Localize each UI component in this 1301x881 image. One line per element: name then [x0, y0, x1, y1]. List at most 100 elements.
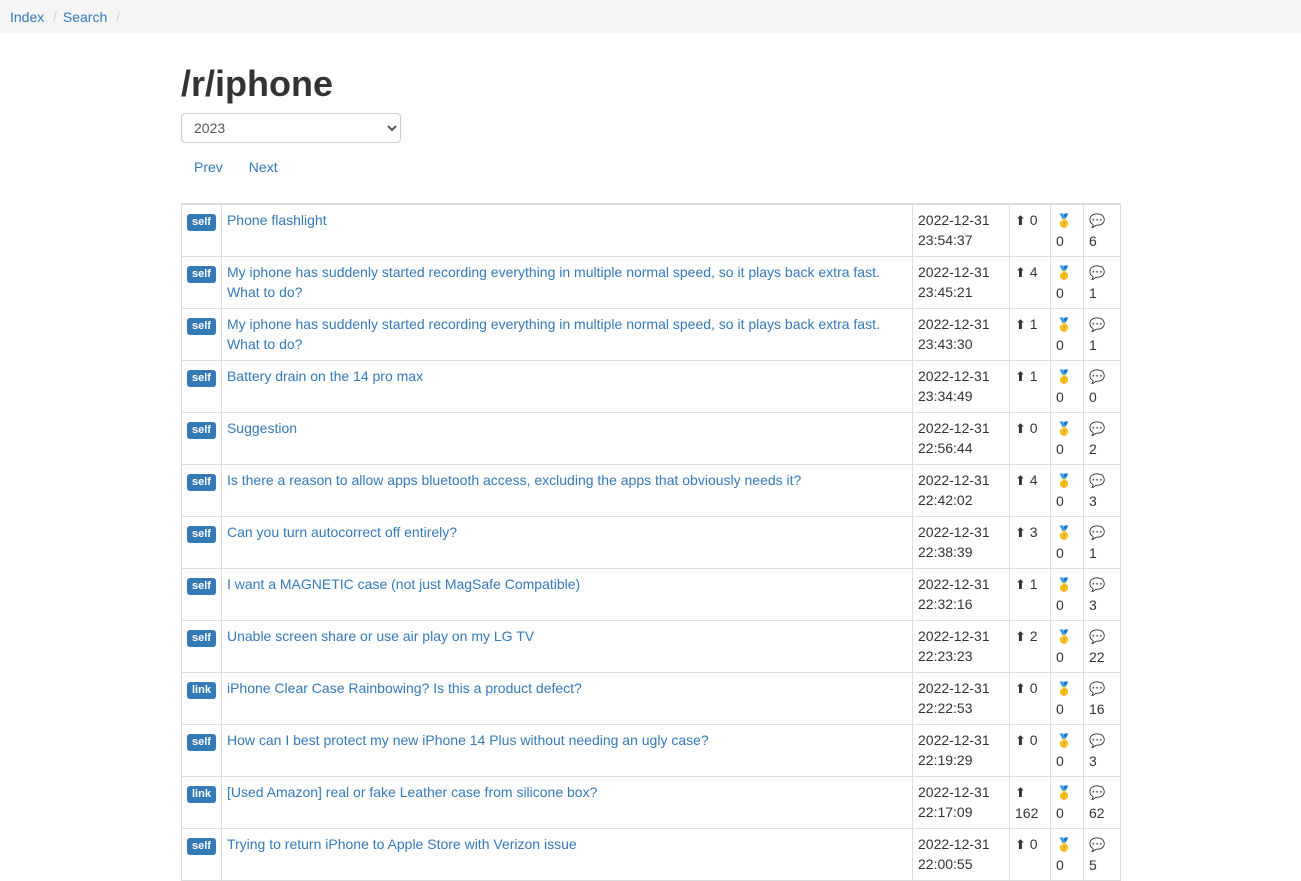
post-title-link[interactable]: Suggestion — [227, 420, 297, 436]
prev-link[interactable]: Prev — [194, 159, 223, 175]
score-value: 4 — [1029, 472, 1038, 488]
post-title-link[interactable]: [Used Amazon] real or fake Leather case … — [227, 784, 597, 800]
comment-bubble-icon: 💬 — [1089, 733, 1106, 748]
post-kind-badge: self — [187, 838, 216, 855]
breadcrumb-separator: / — [116, 9, 120, 24]
post-kind-badge: self — [187, 630, 216, 647]
award-medal-icon: 🥇 — [1056, 369, 1073, 384]
post-title-link[interactable]: I want a MAGNETIC case (not just MagSafe… — [227, 576, 580, 592]
post-date-time: 22:00:55 — [918, 856, 973, 872]
post-date-time: 22:23:23 — [918, 648, 973, 664]
table-row: self I want a MAGNETIC case (not just Ma… — [181, 568, 1121, 621]
pager: Prev Next — [194, 159, 278, 175]
post-kind-badge: self — [187, 266, 216, 283]
comment-bubble-icon: 💬 — [1089, 421, 1106, 436]
post-title-link[interactable]: Unable screen share or use air play on m… — [227, 628, 534, 644]
post-score: ⬆ 0 — [1009, 724, 1051, 777]
score-value: 0 — [1029, 212, 1038, 228]
award-medal-icon: 🥇 — [1056, 213, 1073, 228]
post-score: ⬆ 1 — [1009, 568, 1051, 621]
comment-bubble-icon: 💬 — [1089, 473, 1106, 488]
score-value: 0 — [1029, 732, 1038, 748]
post-score: ⬆ 4 — [1009, 464, 1051, 517]
awards-value: 0 — [1056, 389, 1064, 405]
awards-value: 0 — [1056, 441, 1064, 457]
comments-value: 0 — [1089, 389, 1097, 405]
post-comments: 💬 3 — [1083, 568, 1121, 621]
post-title-link[interactable]: Battery drain on the 14 pro max — [227, 368, 423, 384]
post-awards: 🥇 0 — [1050, 620, 1084, 673]
upvote-icon: ⬆ — [1015, 837, 1026, 852]
awards-value: 0 — [1056, 701, 1064, 717]
post-date-day: 2022-12-31 — [918, 628, 990, 644]
post-comments: 💬 3 — [1083, 464, 1121, 517]
award-medal-icon: 🥇 — [1056, 473, 1073, 488]
comments-value: 3 — [1089, 753, 1097, 769]
table-row: link [Used Amazon] real or fake Leather … — [181, 776, 1121, 829]
post-awards: 🥇 0 — [1050, 776, 1084, 829]
awards-value: 0 — [1056, 233, 1064, 249]
post-title-link[interactable]: My iphone has suddenly started recording… — [227, 264, 880, 300]
post-title-link[interactable]: iPhone Clear Case Rainbowing? Is this a … — [227, 680, 582, 696]
upvote-icon: ⬆ — [1015, 681, 1026, 696]
comment-bubble-icon: 💬 — [1089, 785, 1106, 800]
post-awards: 🥇 0 — [1050, 203, 1084, 257]
comment-bubble-icon: 💬 — [1089, 317, 1106, 332]
award-medal-icon: 🥇 — [1056, 525, 1073, 540]
table-row: self Can you turn autocorrect off entire… — [181, 516, 1121, 569]
post-title-link[interactable]: Is there a reason to allow apps bluetoot… — [227, 472, 801, 488]
upvote-icon: ⬆ — [1015, 317, 1026, 332]
upvote-icon: ⬆ — [1015, 473, 1026, 488]
comment-bubble-icon: 💬 — [1089, 837, 1106, 852]
award-medal-icon: 🥇 — [1056, 681, 1073, 696]
post-date: 2022-12-31 22:00:55 — [912, 828, 1010, 881]
post-date-day: 2022-12-31 — [918, 680, 990, 696]
post-date-time: 22:56:44 — [918, 440, 973, 456]
comments-value: 2 — [1089, 441, 1097, 457]
post-comments: 💬 1 — [1083, 256, 1121, 309]
comment-bubble-icon: 💬 — [1089, 369, 1106, 384]
post-date: 2022-12-31 22:22:53 — [912, 672, 1010, 725]
post-score: ⬆ 1 — [1009, 308, 1051, 361]
post-kind-badge: self — [187, 734, 216, 751]
post-comments: 💬 22 — [1083, 620, 1121, 673]
breadcrumb-separator: / — [53, 9, 57, 24]
post-score: ⬆ 0 — [1009, 203, 1051, 257]
post-kind-badge: self — [187, 578, 216, 595]
page-title: /r/iphone — [181, 63, 333, 104]
awards-value: 0 — [1056, 493, 1064, 509]
year-select[interactable]: 2023 — [181, 113, 401, 143]
post-title-link[interactable]: Trying to return iPhone to Apple Store w… — [227, 836, 577, 852]
comments-value: 62 — [1089, 805, 1105, 821]
award-medal-icon: 🥇 — [1056, 733, 1073, 748]
post-date-time: 23:45:21 — [918, 284, 973, 300]
post-comments: 💬 16 — [1083, 672, 1121, 725]
post-score: ⬆ 162 — [1009, 776, 1051, 829]
award-medal-icon: 🥇 — [1056, 577, 1073, 592]
comment-bubble-icon: 💬 — [1089, 213, 1106, 228]
post-date: 2022-12-31 22:42:02 — [912, 464, 1010, 517]
table-row: self How can I best protect my new iPhon… — [181, 724, 1121, 777]
post-comments: 💬 3 — [1083, 724, 1121, 777]
score-value: 1 — [1029, 368, 1038, 384]
post-title-link[interactable]: How can I best protect my new iPhone 14 … — [227, 732, 709, 748]
post-comments: 💬 1 — [1083, 308, 1121, 361]
post-title-link[interactable]: Phone flashlight — [227, 212, 327, 228]
table-row: self My iphone has suddenly started reco… — [181, 256, 1121, 309]
post-date: 2022-12-31 22:32:16 — [912, 568, 1010, 621]
breadcrumb-search-link[interactable]: Search — [63, 9, 107, 25]
post-title-link[interactable]: Can you turn autocorrect off entirely? — [227, 524, 457, 540]
post-title-link[interactable]: My iphone has suddenly started recording… — [227, 316, 880, 352]
post-date: 2022-12-31 22:38:39 — [912, 516, 1010, 569]
award-medal-icon: 🥇 — [1056, 785, 1073, 800]
post-date-time: 22:22:53 — [918, 700, 973, 716]
table-row: self Suggestion 2022-12-31 22:56:44 ⬆ 0 🥇… — [181, 412, 1121, 465]
post-score: ⬆ 2 — [1009, 620, 1051, 673]
post-comments: 💬 62 — [1083, 776, 1121, 829]
post-score: ⬆ 4 — [1009, 256, 1051, 309]
breadcrumb-index-link[interactable]: Index — [10, 9, 44, 25]
next-link[interactable]: Next — [249, 159, 278, 175]
post-date-day: 2022-12-31 — [918, 732, 990, 748]
upvote-icon: ⬆ — [1015, 265, 1026, 280]
upvote-icon: ⬆ — [1015, 577, 1026, 592]
